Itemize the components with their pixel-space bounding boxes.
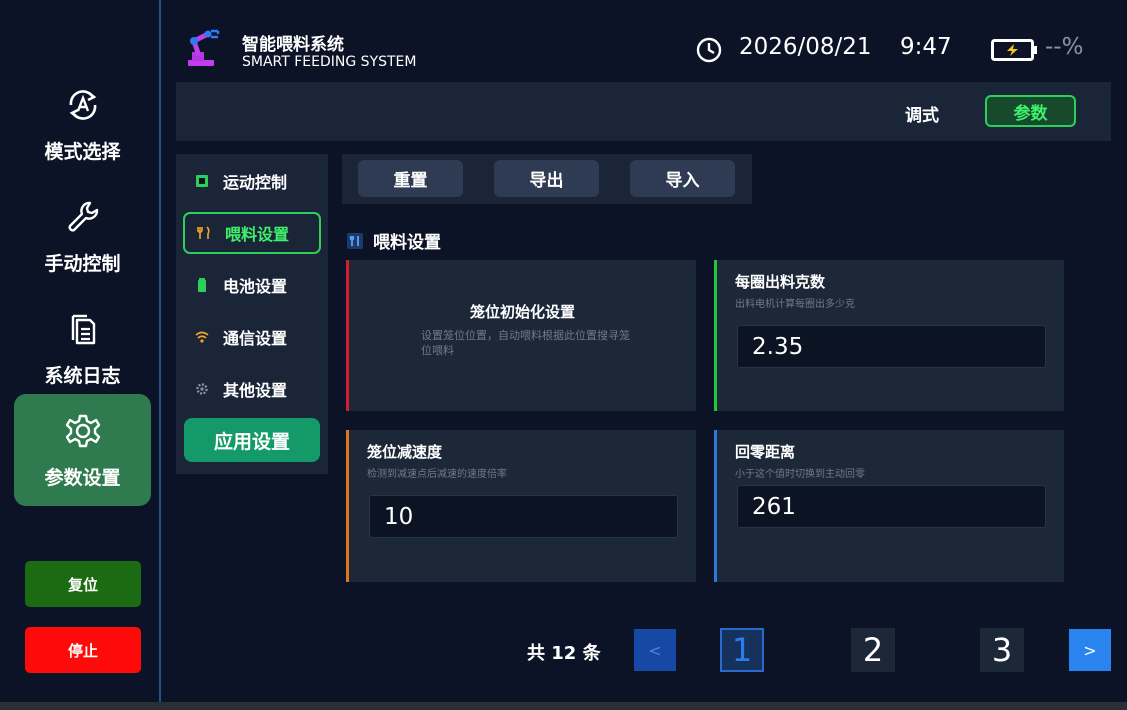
menu-item-comm-settings[interactable]: 通信设置 bbox=[183, 316, 321, 358]
page-1-button[interactable]: 1 bbox=[720, 628, 764, 672]
card-title: 每圈出料克数 bbox=[735, 273, 826, 291]
time-display: 9:47 bbox=[900, 34, 952, 60]
battery-icon bbox=[198, 278, 206, 292]
card-title: 回零距离 bbox=[735, 443, 796, 461]
stop-button[interactable]: 停止 bbox=[25, 627, 141, 673]
nav-label: 参数设置 bbox=[44, 466, 121, 489]
card-description: 设置笼位位置，自动喂料根据此位置搜寻笼位喂料 bbox=[421, 329, 630, 357]
menu-item-label: 电池设置 bbox=[223, 277, 288, 296]
total-count: 共 12 条 bbox=[527, 643, 601, 664]
menu-item-feeding-settings[interactable]: 喂料设置 bbox=[183, 212, 321, 254]
homing-distance-input[interactable] bbox=[737, 485, 1046, 528]
card-description: 小于这个值时切换到主动回零 bbox=[735, 469, 865, 480]
export-button[interactable]: 导出 bbox=[494, 160, 599, 197]
page-3-button[interactable]: 3 bbox=[980, 628, 1024, 672]
sidebar: 模式选择 手动控制 系统日志 参数设置 复位 停止 bbox=[0, 0, 161, 702]
settings-menu: 运动控制 喂料设置 电池设置 通信设置 其他设置 应用设置 bbox=[176, 154, 328, 474]
section-title: 喂料设置 bbox=[373, 233, 441, 253]
toolbar: 重置 导出 导入 bbox=[342, 154, 752, 204]
card-title: 笼位初始化设置 bbox=[469, 303, 575, 321]
menu-item-label: 其他设置 bbox=[223, 381, 288, 400]
reset-params-button[interactable]: 重置 bbox=[358, 160, 463, 197]
cage-init-card[interactable]: 笼位初始化设置 设置笼位位置，自动喂料根据此位置搜寻笼位喂料 bbox=[346, 260, 696, 411]
grams-per-turn-card: 每圈出料克数 出料电机计算每圈出多少克 bbox=[714, 260, 1064, 411]
chip-icon bbox=[196, 175, 208, 187]
bottom-strip bbox=[0, 702, 1127, 710]
fork-icon bbox=[197, 226, 210, 239]
apply-settings-button[interactable]: 应用设置 bbox=[184, 418, 320, 462]
nav-item-param-settings[interactable]: 参数设置 bbox=[14, 394, 151, 506]
fork-icon bbox=[347, 232, 363, 249]
battery-percent: --% bbox=[1045, 34, 1084, 60]
card-description: 检测到减速点后减速的速度倍率 bbox=[367, 469, 507, 480]
prev-page-button[interactable]: < bbox=[634, 629, 676, 671]
nav-item-mode-select[interactable]: 模式选择 bbox=[14, 68, 151, 180]
page-2-button[interactable]: 2 bbox=[851, 628, 895, 672]
cog-icon bbox=[196, 383, 208, 395]
mode-bar: 调式 参数 bbox=[176, 82, 1111, 141]
system-title: 智能喂料系统 bbox=[242, 35, 344, 55]
homing-distance-card: 回零距离 小于这个值时切换到主动回零 bbox=[714, 430, 1064, 582]
card-description: 出料电机计算每圈出多少克 bbox=[735, 299, 855, 310]
deceleration-input[interactable] bbox=[369, 495, 678, 538]
document-icon bbox=[71, 314, 95, 344]
import-button[interactable]: 导入 bbox=[630, 160, 735, 197]
grams-per-turn-input[interactable] bbox=[737, 325, 1046, 368]
menu-item-label: 喂料设置 bbox=[225, 225, 290, 244]
mode-param-tab[interactable]: 参数 bbox=[985, 95, 1076, 127]
mode-auto-icon bbox=[69, 89, 96, 120]
nav-item-system-log[interactable]: 系统日志 bbox=[14, 292, 151, 404]
nav-label: 模式选择 bbox=[44, 140, 121, 163]
system-subtitle: SMART FEEDING SYSTEM bbox=[242, 54, 417, 70]
menu-item-label: 运动控制 bbox=[223, 173, 288, 192]
app-window: 模式选择 手动控制 系统日志 参数设置 复位 停止 智能喂料系统 SMART F… bbox=[0, 0, 1127, 702]
cage-deceleration-card: 笼位减速度 检测到减速点后减速的速度倍率 bbox=[346, 430, 696, 582]
section-header: 喂料设置 bbox=[347, 228, 441, 253]
card-title: 笼位减速度 bbox=[367, 443, 443, 461]
menu-item-other-settings[interactable]: 其他设置 bbox=[183, 368, 321, 410]
reset-button[interactable]: 复位 bbox=[25, 561, 141, 607]
menu-item-label: 通信设置 bbox=[223, 329, 288, 348]
nav-item-manual-control[interactable]: 手动控制 bbox=[14, 180, 151, 292]
wifi-icon bbox=[195, 331, 209, 343]
header: 智能喂料系统 SMART FEEDING SYSTEM 2026/08/21 9… bbox=[176, 0, 1111, 82]
next-page-button[interactable]: > bbox=[1069, 629, 1111, 671]
nav-label: 手动控制 bbox=[44, 252, 121, 275]
robot-arm-logo-icon bbox=[188, 29, 220, 66]
gear-icon bbox=[65, 414, 100, 447]
wrench-icon bbox=[68, 201, 98, 231]
battery-charging-icon bbox=[991, 39, 1037, 61]
clock-icon bbox=[696, 37, 722, 63]
menu-item-battery-settings[interactable]: 电池设置 bbox=[183, 264, 321, 306]
date-display: 2026/08/21 bbox=[739, 34, 872, 60]
menu-item-motion-control[interactable]: 运动控制 bbox=[183, 160, 321, 202]
mode-debug-tab[interactable]: 调式 bbox=[905, 101, 939, 126]
nav-label: 系统日志 bbox=[44, 364, 121, 387]
